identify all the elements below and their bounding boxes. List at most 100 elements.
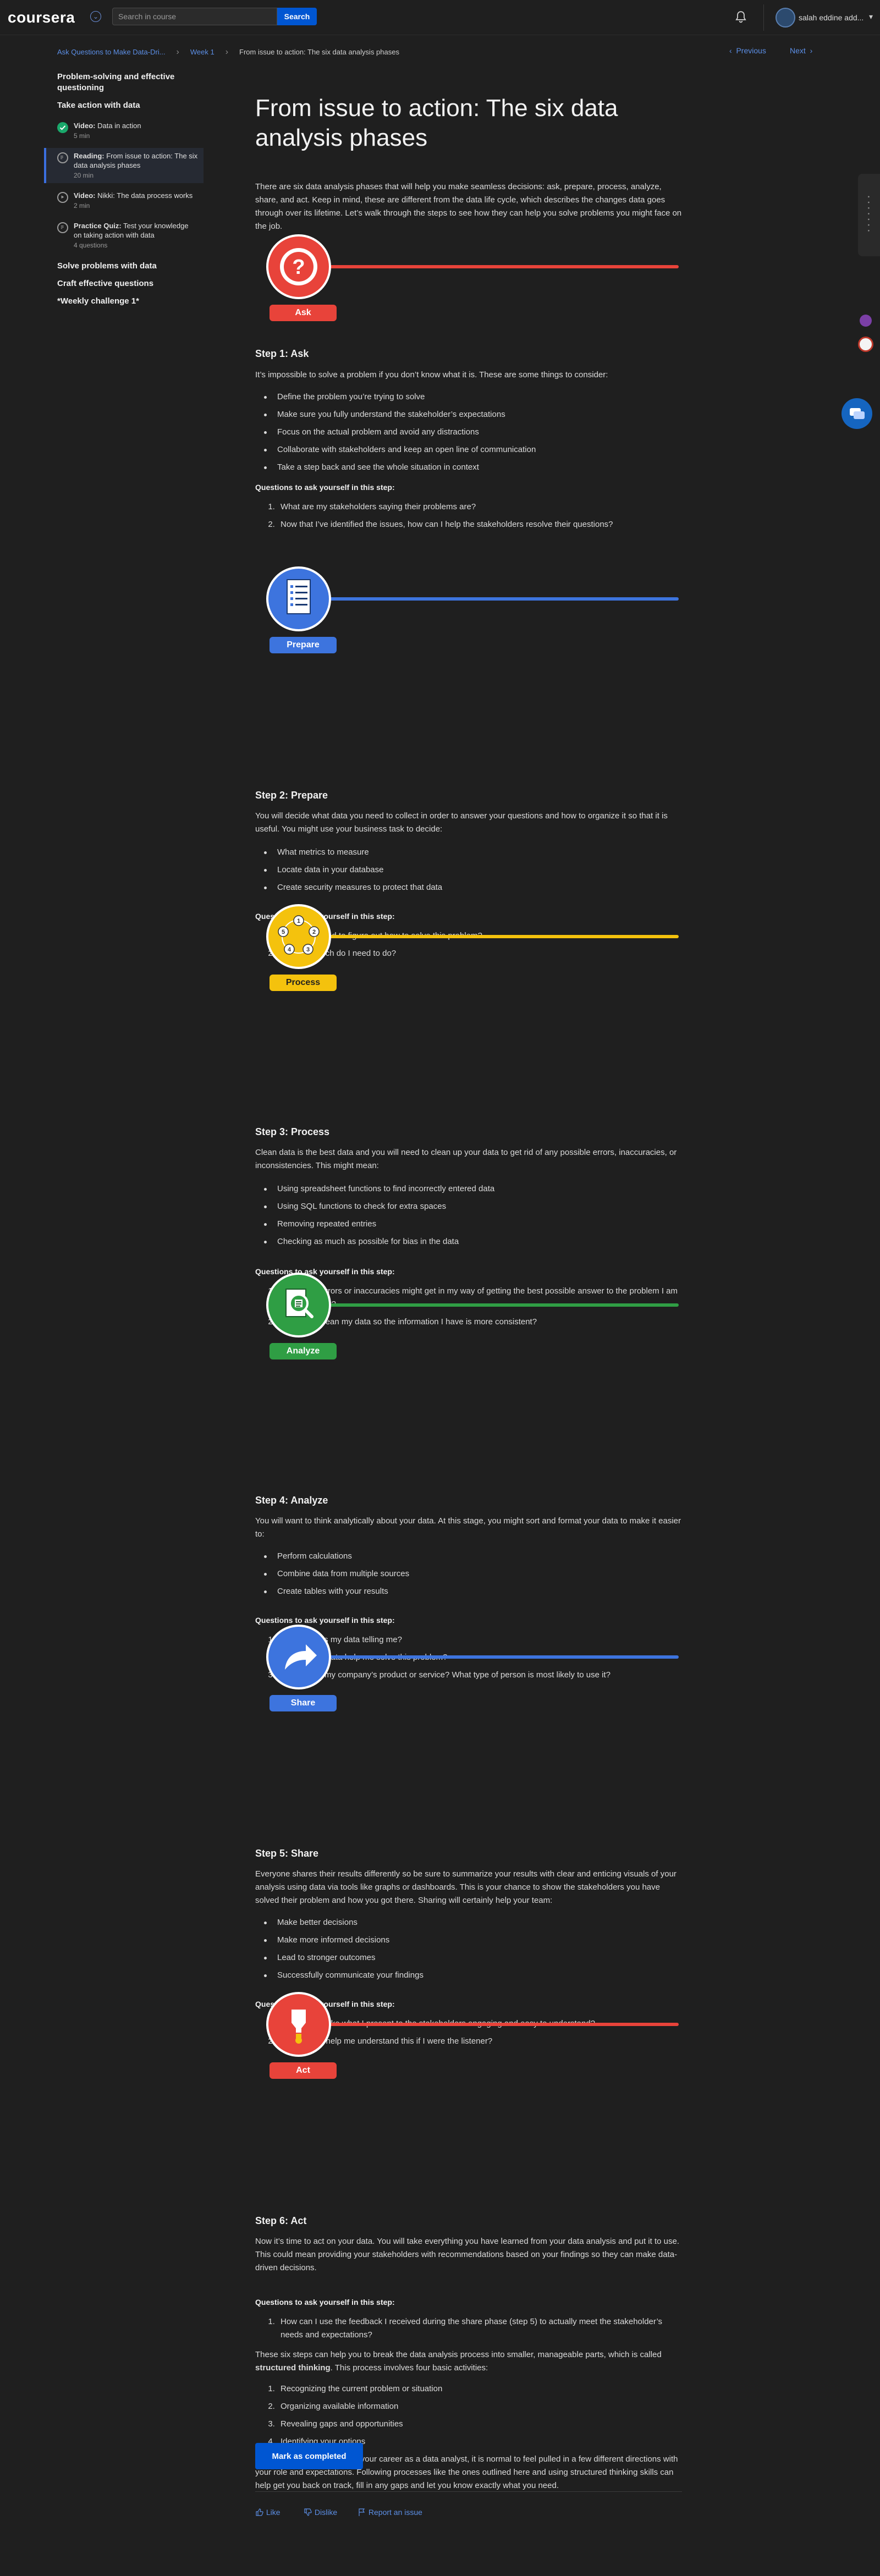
step-heading-ask: Step 1: Ask (255, 348, 309, 359)
flag-icon (359, 2508, 365, 2516)
list-item: Perform calculations (264, 1548, 682, 1565)
breadcrumb-course[interactable]: Ask Questions to Make Data-Dri... (57, 48, 166, 56)
search-button[interactable]: Search (277, 8, 317, 25)
phase-pill-ask: Ask (270, 305, 337, 321)
extension-icon[interactable] (858, 337, 873, 352)
top-navigation-bar: coursera ⌄ Search salah eddine add... ▾ (0, 0, 880, 35)
side-panel-tab[interactable]: • • • • • • • (858, 174, 880, 256)
chevron-right-icon: › (176, 47, 179, 57)
step-heading-act: Step 6: Act (255, 2215, 307, 2226)
svg-text:2: 2 (312, 929, 316, 935)
report-issue-label: Report an issue (368, 2508, 422, 2517)
list-item: Now that I’ve identified the issues, how… (277, 518, 682, 531)
extension-icon[interactable] (860, 315, 872, 327)
phase-line (305, 597, 679, 601)
avatar[interactable] (776, 8, 795, 27)
sidebar-item-video-data-in-action[interactable]: Video: Data in action 5 min (44, 118, 204, 144)
checklist-icon (266, 566, 331, 631)
step-intro-ask: It’s impossible to solve a problem if yo… (255, 370, 608, 379)
list-item: Successfully communicate your findings (264, 1967, 682, 1984)
like-button[interactable]: Like (255, 2508, 280, 2517)
intro-paragraph: There are six data analysis phases that … (255, 182, 682, 231)
magnifier-doc-icon (266, 1273, 331, 1337)
step-intro-act: Now it’s time to act on your data. You w… (255, 2237, 679, 2272)
chevron-down-icon[interactable]: ⌄ (90, 11, 101, 22)
sidebar-item-title: Practice Quiz: Test your knowledge on ta… (74, 222, 189, 239)
thumbs-up-icon (256, 2508, 263, 2516)
step-heading-analyze: Step 4: Analyze (255, 1495, 328, 1506)
module-title[interactable]: Problem-solving and effective questionin… (44, 71, 204, 93)
structured-pre: These six steps can help you to break th… (255, 2350, 662, 2359)
step-intro-analyze: You will want to think analytically abou… (255, 1516, 681, 1539)
list-item: Focus on the actual problem and avoid an… (264, 423, 682, 441)
list-item: Recognizing the current problem or situa… (277, 2382, 682, 2396)
phase-pill-analyze: Analyze (270, 1343, 337, 1359)
breadcrumb: Ask Questions to Make Data-Dri... › Week 1… (57, 47, 399, 57)
breadcrumb-week[interactable]: Week 1 (190, 48, 215, 56)
list-item: Revealing gaps and opportunities (277, 2418, 682, 2431)
sidebar-item-duration: 5 min (74, 132, 90, 140)
user-name[interactable]: salah eddine add... (799, 13, 864, 22)
phase-prepare-graphic: Prepare (255, 566, 682, 665)
step-list-process: Using spreadsheet functions to find inco… (255, 1180, 682, 1251)
svg-text:3: 3 (306, 946, 310, 953)
step-intro-share: Everyone shares their results differentl… (255, 1869, 676, 1905)
next-link[interactable]: Next › (790, 46, 812, 55)
share-arrow-icon (266, 1625, 331, 1689)
phase-line (305, 1655, 679, 1659)
reading-icon (57, 152, 68, 163)
sidebar-section-craft-questions[interactable]: Craft effective questions (44, 278, 204, 289)
step-list-analyze: Perform calculations Combine data from m… (255, 1548, 682, 1600)
phase-act-graphic: Act (255, 1992, 682, 2091)
list-item: Make sure you fully understand the stake… (264, 406, 682, 423)
play-circle-icon (57, 192, 68, 203)
sidebar-section-solve-problems[interactable]: Solve problems with data (44, 261, 204, 272)
sidebar-item-duration: 20 min (74, 172, 94, 179)
list-item: Define the problem you’re trying to solv… (264, 388, 682, 406)
questions-heading-act: Questions to ask yourself in this step: (255, 2298, 395, 2307)
phase-line (305, 935, 679, 938)
phase-pill-share: Share (270, 1695, 337, 1711)
lesson-title[interactable]: Take action with data (44, 100, 204, 111)
question-mark-icon: ? (266, 234, 331, 299)
next-label: Next (790, 46, 806, 55)
step-intro-process: Clean data is the best data and you will… (255, 1148, 677, 1170)
like-label: Like (266, 2508, 280, 2517)
list-item: Organizing available information (277, 2400, 682, 2413)
coursera-logo[interactable]: coursera (8, 9, 75, 26)
chevron-down-icon[interactable]: ▾ (869, 12, 873, 21)
sidebar-item-video-nikki[interactable]: Video: Nikki: The data process works 2 m… (44, 188, 204, 213)
step-heading-process: Step 3: Process (255, 1126, 330, 1137)
list-item: Take a step back and see the whole situa… (264, 459, 682, 476)
list-item: Removing repeated entries (264, 1215, 682, 1233)
chevron-left-icon: ‹ (729, 46, 736, 55)
check-circle-icon (57, 122, 68, 133)
list-item: Make more informed decisions (264, 1931, 682, 1949)
header-divider (763, 4, 764, 31)
list-item: Make better decisions (264, 1914, 682, 1931)
sidebar-item-duration: 2 min (74, 202, 90, 210)
sidebar-item-questions: 4 questions (74, 241, 108, 249)
dislike-button[interactable]: Dislike (304, 2508, 337, 2517)
quiz-icon (57, 222, 68, 233)
list-item: Locate data in your database (264, 861, 682, 879)
chat-icon[interactable] (842, 398, 872, 429)
phase-ask-graphic: ? Ask (255, 234, 682, 333)
report-issue-button[interactable]: Report an issue (358, 2508, 422, 2517)
step-list-ask: Define the problem you’re trying to solv… (255, 388, 682, 476)
search-input[interactable] (112, 8, 277, 25)
sidebar-item-title: Video: Nikki: The data process works (74, 191, 193, 200)
questions-list-act: How can I use the feedback I received du… (255, 2315, 682, 2346)
sidebar-section-weekly-challenge[interactable]: *Weekly challenge 1* (44, 296, 204, 307)
previous-link[interactable]: ‹ Previous (729, 46, 766, 55)
mark-as-completed-button[interactable]: Mark as completed (255, 2443, 363, 2469)
sidebar-item-reading-current[interactable]: Reading: From issue to action: The six d… (44, 148, 204, 183)
step-list-prepare: What metrics to measure Locate data in y… (255, 844, 682, 896)
sidebar-item-practice-quiz[interactable]: Practice Quiz: Test your knowledge on ta… (44, 218, 204, 253)
breadcrumb-current: From issue to action: The six data analy… (239, 48, 399, 56)
structured-bold: structured thinking (255, 2363, 331, 2373)
structured-post: . This process involves four basic activ… (330, 2363, 488, 2373)
list-item: Using SQL functions to check for extra s… (264, 1198, 682, 1215)
bell-icon[interactable] (734, 10, 748, 24)
footer-divider (255, 2491, 682, 2492)
